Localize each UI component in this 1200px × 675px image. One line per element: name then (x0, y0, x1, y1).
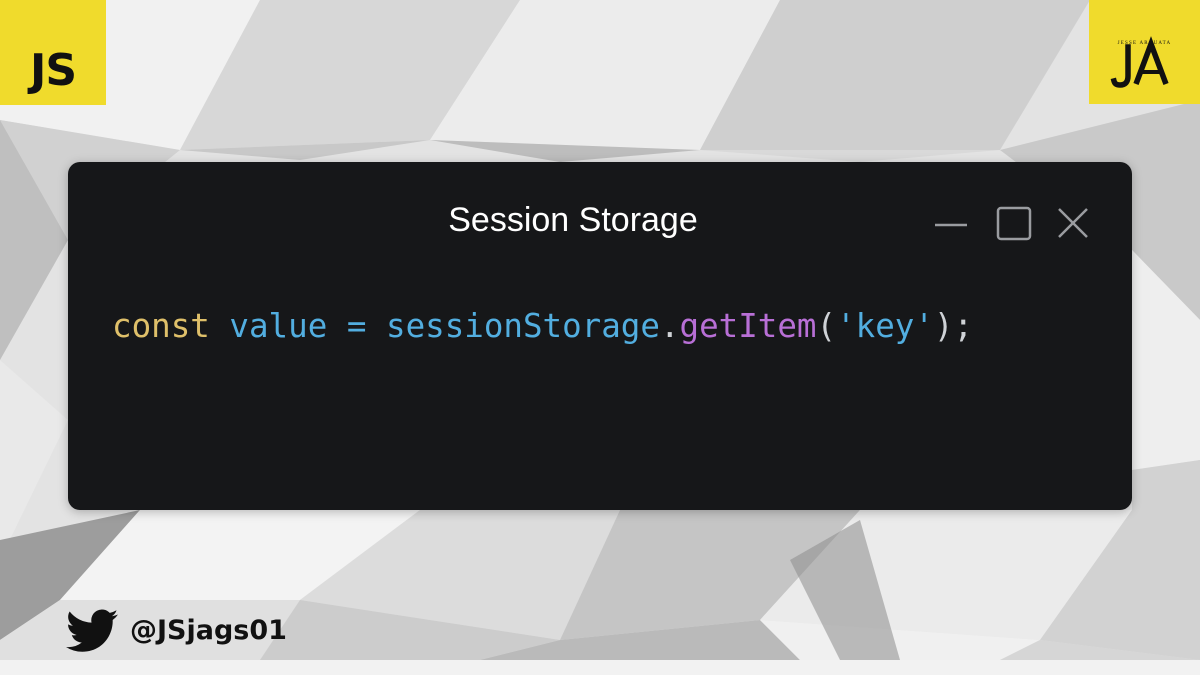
code-operator: = (346, 307, 367, 345)
close-icon[interactable] (1053, 203, 1093, 243)
code-close: ); (933, 307, 974, 345)
graphic-canvas: JS JESSE ARGUATA Session Storage const v… (0, 0, 1200, 675)
ja-monogram-icon: JESSE ARGUATA (1110, 36, 1170, 88)
bottom-strip (0, 660, 1200, 675)
twitter-handle-text: @JSjags01 (130, 615, 287, 646)
code-method: getItem (679, 307, 817, 345)
minimize-icon[interactable] (932, 204, 970, 242)
twitter-bird-icon (66, 609, 118, 652)
code-variable: value (229, 307, 328, 345)
code-dot: . (659, 307, 680, 345)
jesse-arguata-logo: JESSE ARGUATA (1089, 0, 1200, 104)
code-object: sessionStorage (386, 307, 660, 345)
window-title: Session Storage (448, 201, 698, 239)
code-line: const value = sessionStorage.getItem('ke… (112, 302, 1122, 350)
code-open-paren: ( (816, 307, 837, 345)
js-badge: JS (0, 0, 106, 105)
code-string: 'key' (836, 307, 934, 345)
js-badge-label: JS (29, 45, 77, 96)
code-keyword: const (112, 307, 210, 345)
twitter-handle[interactable]: @JSjags01 (66, 606, 287, 656)
maximize-icon[interactable] (994, 204, 1034, 242)
